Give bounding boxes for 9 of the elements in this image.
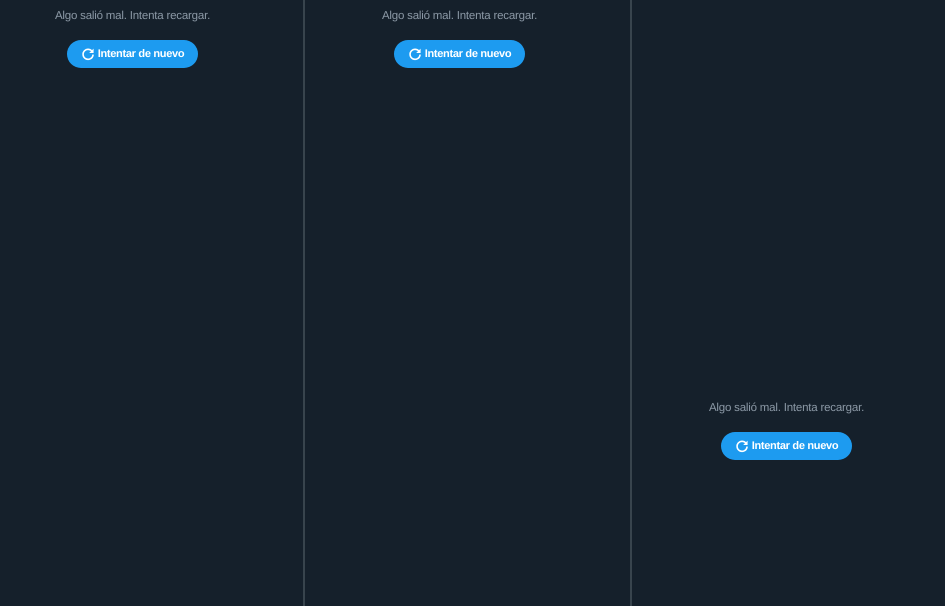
refresh-icon bbox=[408, 47, 422, 61]
error-message: Algo salió mal. Intenta recargar. bbox=[708, 401, 864, 416]
retry-button[interactable]: Intentar de nuevo bbox=[394, 40, 526, 68]
refresh-icon bbox=[734, 439, 749, 453]
error-message: Algo salió mal. Intenta recargar. bbox=[54, 9, 210, 24]
retry-button[interactable]: Intentar de nuevo bbox=[720, 432, 852, 460]
error-message: Algo salió mal. Intenta recargar. bbox=[382, 9, 538, 24]
refresh-icon bbox=[80, 47, 95, 61]
retry-button[interactable]: Intentar de nuevo bbox=[66, 40, 198, 68]
